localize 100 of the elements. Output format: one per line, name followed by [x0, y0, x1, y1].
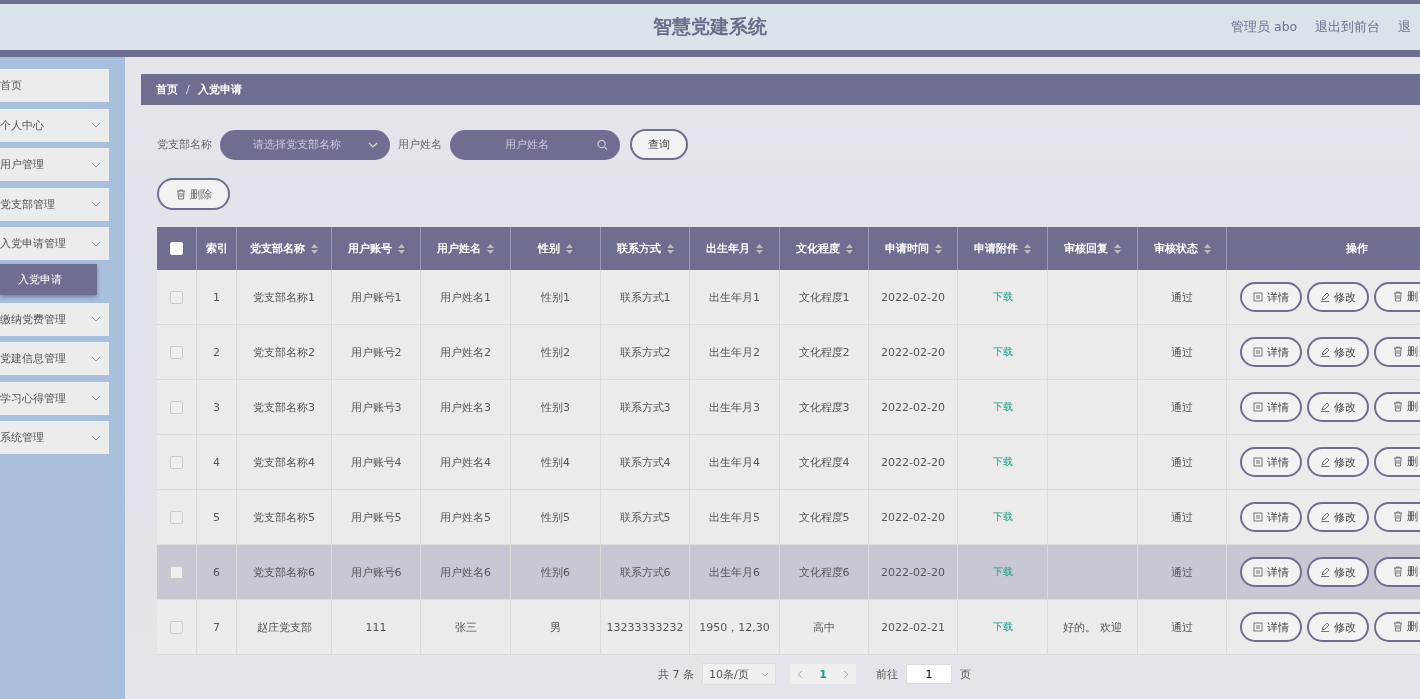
table-row[interactable]: 7 赵庄党支部 111 张三 男 13233333232 1950，12,30 高中 2022-02-21 下载 好的。 欢迎 通过 详情 修改 删	[157, 599, 1420, 655]
sort-icon[interactable]	[397, 244, 405, 254]
detail-button[interactable]: 详情	[1240, 557, 1302, 588]
sort-icon[interactable]	[1114, 244, 1121, 254]
edit-button[interactable]: 修改	[1307, 447, 1369, 478]
page-size-select[interactable]: 10条/页	[702, 663, 776, 685]
menu-item[interactable]: 个人中心	[0, 108, 109, 142]
table-cell: 联系方式1	[619, 290, 671, 304]
detail-button[interactable]: 详情	[1240, 447, 1302, 478]
checkbox[interactable]	[170, 565, 183, 579]
header-link[interactable]: 退出到前台	[1315, 18, 1381, 36]
sort-icon[interactable]	[487, 244, 494, 254]
detail-button[interactable]: 详情	[1240, 282, 1302, 313]
table-cell: 1950，12,30	[699, 620, 770, 634]
menu-item[interactable]: 入党申请管理	[0, 227, 109, 260]
sort-icon[interactable]	[934, 244, 942, 254]
edit-button[interactable]: 修改	[1307, 557, 1369, 588]
table-cell: 2022-02-20	[881, 290, 945, 304]
checkbox[interactable]	[170, 510, 183, 524]
table-cell: 性别4	[541, 455, 570, 469]
checkbox[interactable]	[170, 290, 183, 304]
table-row[interactable]: 4 党支部名称4 用户账号4 用户姓名4 性别4 联系方式4 出生年月4 文化程度4 2022-02-20 下载 通过 详情 修改 删	[157, 434, 1420, 490]
menu-item[interactable]: 用户管理	[0, 148, 109, 181]
table-cell: 出生年月2	[709, 345, 760, 359]
table-cell: 2	[213, 345, 220, 359]
detail-button[interactable]: 详情	[1240, 337, 1302, 368]
table-cell: 文化程度6	[798, 565, 850, 579]
menu-item[interactable]: 首页	[0, 69, 109, 102]
delete-button[interactable]: 删	[1374, 611, 1420, 642]
table-cell: 2022-02-20	[881, 455, 945, 469]
column-header[interactable]: 申请附件	[957, 227, 1048, 270]
table-row[interactable]: 3 党支部名称3 用户账号3 用户姓名3 性别3 联系方式3 出生年月3 文化程度3 2022-02-20 下载 通过 详情 修改 删	[157, 379, 1420, 435]
pencil-icon	[1320, 512, 1330, 523]
sort-icon[interactable]	[566, 244, 573, 254]
table-cell: 联系方式4	[619, 455, 671, 469]
table-row[interactable]: 1 党支部名称1 用户账号1 用户姓名1 性别1 联系方式1 出生年月1 文化程度1 2022-02-20 下载 通过 详情 修改 删	[157, 270, 1420, 325]
delete-button[interactable]: 删	[1374, 391, 1420, 422]
table-cell: 党支部名称6	[253, 565, 315, 579]
column-header[interactable]: 审核状态	[1137, 227, 1227, 270]
menu-item[interactable]: 系统管理	[0, 421, 109, 454]
menu-item[interactable]: 缴纳党费管理	[0, 302, 109, 336]
column-header[interactable]: 用户姓名	[420, 227, 511, 270]
pencil-icon	[1320, 622, 1330, 633]
edit-button[interactable]: 修改	[1307, 282, 1369, 313]
delete-button[interactable]: 删	[1374, 556, 1420, 587]
chevron-icon	[91, 161, 101, 168]
checkbox[interactable]	[170, 345, 183, 359]
select-field[interactable]: 请选择党支部名称	[220, 129, 390, 160]
trash-icon	[1392, 621, 1403, 633]
table-row[interactable]: 5 党支部名称5 用户账号5 用户姓名5 性别5 联系方式5 出生年月5 文化程度5 2022-02-20 下载 通过 详情 修改 删	[157, 489, 1420, 545]
edit-button[interactable]: 修改	[1307, 612, 1369, 643]
table-cell: 高中	[813, 620, 835, 634]
menu-item[interactable]: 党建信息管理	[0, 342, 109, 375]
column-header[interactable]: 用户账号	[331, 227, 421, 270]
checkbox[interactable]	[170, 620, 183, 634]
detail-button[interactable]: 详情	[1240, 392, 1302, 423]
delete-button[interactable]: 删	[1374, 281, 1420, 312]
checkbox[interactable]	[170, 400, 183, 414]
table-cell: 联系方式5	[619, 510, 671, 524]
column-header[interactable]: 党支部名称	[236, 227, 332, 270]
edit-button[interactable]: 修改	[1307, 502, 1369, 533]
table-row[interactable]: 6 党支部名称6 用户账号6 用户姓名6 性别6 联系方式6 出生年月6 文化程度6 2022-02-20 下载 通过 详情 修改 删	[157, 544, 1420, 600]
table-row[interactable]: 2 党支部名称2 用户账号2 用户姓名2 性别2 联系方式2 出生年月2 文化程度2 2022-02-20 下载 通过 详情 修改 删	[157, 324, 1420, 380]
column-header[interactable]: 文化程度	[779, 227, 869, 270]
edit-button[interactable]: 修改	[1307, 337, 1369, 368]
document-icon	[1253, 292, 1263, 303]
delete-button[interactable]: 删除	[157, 178, 230, 210]
goto-page-field[interactable]: 1	[906, 664, 952, 684]
column-header[interactable]: 操作	[1226, 227, 1420, 270]
menu-item[interactable]: 党支部管理	[0, 187, 109, 221]
sort-icon[interactable]	[311, 244, 318, 254]
sort-icon[interactable]	[666, 244, 674, 254]
column-header[interactable]: 性别	[510, 227, 601, 270]
sort-icon[interactable]	[845, 244, 853, 254]
delete-button[interactable]: 删	[1374, 336, 1420, 367]
submenu-item[interactable]: 入党申请	[0, 263, 97, 295]
column-header[interactable]: 联系方式	[600, 227, 690, 270]
sort-icon[interactable]	[756, 244, 763, 254]
query-button[interactable]: 查询	[630, 129, 688, 160]
menu-item[interactable]: 学习心得管理	[0, 381, 109, 415]
edit-button[interactable]: 修改	[1307, 392, 1369, 423]
sort-icon[interactable]	[1024, 244, 1031, 254]
column-header[interactable]: 审核回复	[1047, 227, 1138, 270]
breadcrumb-item[interactable]: 首页	[156, 82, 178, 97]
column-header[interactable]: 索引	[196, 227, 237, 270]
column-header[interactable]: 出生年月	[689, 227, 780, 270]
delete-button[interactable]: 删	[1374, 446, 1420, 477]
checkbox[interactable]	[170, 455, 183, 469]
column-header[interactable]: 申请时间	[868, 227, 958, 270]
delete-button[interactable]: 删	[1374, 501, 1420, 532]
table-cell: 通过	[1171, 510, 1193, 524]
breadcrumb-item[interactable]: 入党申请	[197, 82, 242, 97]
search-field[interactable]: 用户姓名	[450, 129, 620, 160]
detail-button[interactable]: 详情	[1240, 502, 1302, 533]
table-cell: 出生年月5	[709, 510, 760, 524]
header-link[interactable]: 退	[1398, 18, 1412, 36]
sort-icon[interactable]	[1203, 244, 1211, 254]
table-cell: 党支部名称3	[253, 400, 315, 414]
user-label: 管理员 abo	[1231, 18, 1298, 36]
detail-button[interactable]: 详情	[1240, 612, 1302, 643]
